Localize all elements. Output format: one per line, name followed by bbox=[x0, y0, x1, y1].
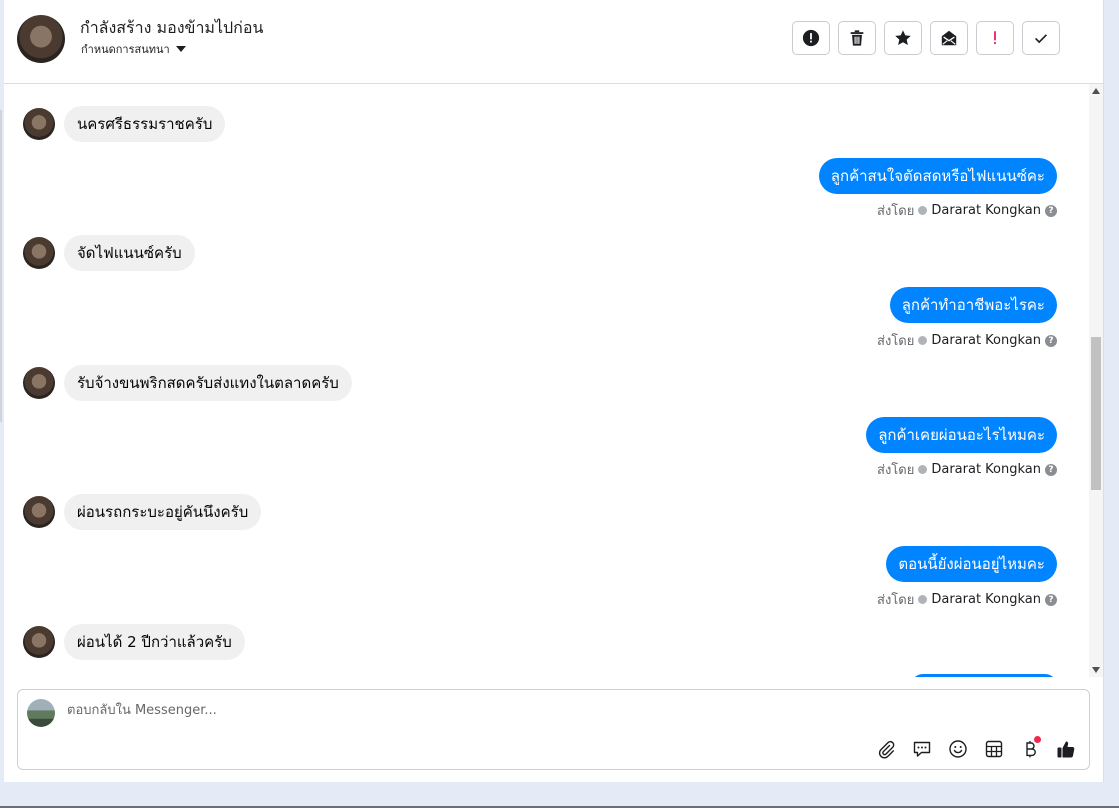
sent-by-label: ส่งโดย bbox=[877, 463, 915, 478]
notification-dot bbox=[1034, 736, 1041, 743]
agent-name[interactable]: Dararat Kongkan bbox=[931, 203, 1041, 218]
spam-button[interactable] bbox=[792, 21, 830, 55]
saved-reply-button[interactable] bbox=[910, 737, 933, 760]
star-button[interactable] bbox=[884, 21, 922, 55]
contact-avatar-small[interactable] bbox=[23, 367, 55, 399]
scroll-down-arrow-icon[interactable] bbox=[1092, 667, 1100, 673]
emoji-button[interactable] bbox=[946, 737, 969, 760]
verified-icon bbox=[918, 595, 928, 604]
help-icon[interactable]: ? bbox=[1045, 204, 1057, 217]
composer-toolbar bbox=[874, 736, 1077, 760]
conversation-panel: กำลังสร้าง มองข้ามไปก่อน กำหนดการสนทนา น… bbox=[4, 0, 1104, 782]
message-bubble[interactable]: ผ่อนได้ 2 ปีกว่าแล้วครับ bbox=[64, 624, 245, 660]
message-list: นครศรีธรรมราชครับ ลูกค้าสนใจตัดสดหรือไฟแ… bbox=[4, 84, 1088, 677]
contact-avatar-small[interactable] bbox=[23, 626, 55, 658]
incoming-message: ผ่อนได้ 2 ปีกว่าแล้วครับ bbox=[23, 624, 245, 660]
thumbs-up-icon bbox=[1057, 741, 1074, 757]
sent-by-line: ส่งโดย Dararat Kongkan ? bbox=[877, 589, 1057, 610]
outgoing-message-bubble-partial[interactable] bbox=[911, 674, 1057, 677]
agent-name[interactable]: Dararat Kongkan bbox=[931, 592, 1041, 607]
sent-by-label: ส่งโดย bbox=[877, 593, 915, 608]
assign-conversation-dropdown[interactable]: กำหนดการสนทนา bbox=[81, 40, 186, 58]
done-button[interactable] bbox=[1022, 21, 1060, 55]
outgoing-message-bubble[interactable]: ตอนนี้ยังผ่อนอยู่ไหมคะ bbox=[886, 546, 1057, 582]
header-toolbar bbox=[792, 21, 1060, 55]
trash-icon bbox=[850, 30, 864, 46]
message-bubble[interactable]: ผ่อนรถกระบะอยู่คันนึงครับ bbox=[64, 494, 262, 530]
reply-input[interactable] bbox=[65, 702, 969, 719]
reply-composer bbox=[17, 689, 1090, 770]
delete-button[interactable] bbox=[838, 21, 876, 55]
payment-button[interactable] bbox=[1018, 736, 1041, 760]
paperclip-icon bbox=[878, 740, 894, 758]
conversation-header: กำลังสร้าง มองข้ามไปก่อน กำหนดการสนทนา bbox=[4, 0, 1103, 84]
help-icon[interactable]: ? bbox=[1045, 463, 1057, 476]
mail-icon bbox=[941, 30, 957, 46]
message-bubble[interactable]: รับจ้างขนพริกสดครับส่งแทงในตลาดครับ bbox=[64, 365, 352, 401]
message-bubble[interactable]: จัดไฟแนนซ์ครับ bbox=[64, 235, 195, 271]
verified-icon bbox=[918, 336, 928, 345]
star-icon bbox=[895, 30, 911, 46]
incoming-message: รับจ้างขนพริกสดครับส่งแทงในตลาดครับ bbox=[23, 365, 352, 401]
verified-icon bbox=[918, 465, 928, 474]
agent-name[interactable]: Dararat Kongkan bbox=[931, 333, 1041, 348]
sent-by-line: ส่งโดย Dararat Kongkan ? bbox=[877, 330, 1057, 351]
help-icon[interactable]: ? bbox=[1045, 334, 1057, 347]
contact-avatar-small[interactable] bbox=[23, 237, 55, 269]
scroll-up-arrow-icon[interactable] bbox=[1092, 88, 1100, 94]
message-scrollbar[interactable] bbox=[1089, 84, 1103, 677]
help-icon[interactable]: ? bbox=[1045, 593, 1057, 606]
sent-by-label: ส่งโดย bbox=[877, 204, 915, 219]
message-bubble[interactable]: นครศรีธรรมราชครับ bbox=[64, 106, 226, 142]
incoming-message: ผ่อนรถกระบะอยู่คันนึงครับ bbox=[23, 494, 262, 530]
scrollbar-thumb[interactable] bbox=[1091, 337, 1101, 490]
like-button[interactable] bbox=[1054, 737, 1077, 760]
incoming-message: จัดไฟแนนซ์ครับ bbox=[23, 235, 195, 271]
alert-circle-icon bbox=[802, 29, 820, 47]
page-avatar bbox=[27, 699, 55, 727]
contact-avatar-small[interactable] bbox=[23, 496, 55, 528]
outgoing-message-bubble[interactable]: ลูกค้าเคยผ่อนอะไรไหมคะ bbox=[866, 417, 1057, 453]
table-button[interactable] bbox=[982, 737, 1005, 760]
table-icon bbox=[985, 740, 1002, 757]
saved-reply-icon bbox=[913, 741, 930, 757]
exclamation-icon bbox=[994, 31, 996, 45]
assign-label: กำหนดการสนทนา bbox=[81, 43, 170, 56]
emoji-icon bbox=[948, 739, 967, 758]
caret-down-icon bbox=[175, 46, 186, 52]
outgoing-message-bubble[interactable]: ลูกค้าสนใจตัดสดหรือไฟแนนซ์คะ bbox=[818, 158, 1057, 194]
contact-avatar-small[interactable] bbox=[23, 108, 55, 140]
agent-name[interactable]: Dararat Kongkan bbox=[931, 462, 1041, 477]
incoming-message: นครศรีธรรมราชครับ bbox=[23, 106, 226, 142]
left-edge bbox=[0, 110, 2, 422]
outgoing-message-bubble[interactable]: ลูกค้าทำอาชีพอะไรคะ bbox=[889, 287, 1057, 323]
follow-up-button[interactable] bbox=[976, 21, 1014, 55]
contact-avatar[interactable] bbox=[17, 15, 65, 63]
verified-icon bbox=[918, 206, 928, 215]
sent-by-label: ส่งโดย bbox=[877, 334, 915, 349]
mark-unread-button[interactable] bbox=[930, 21, 968, 55]
check-icon bbox=[1035, 34, 1047, 44]
contact-name[interactable]: กำลังสร้าง มองข้ามไปก่อน bbox=[80, 16, 263, 41]
sent-by-line: ส่งโดย Dararat Kongkan ? bbox=[877, 459, 1057, 480]
attach-button[interactable] bbox=[874, 737, 897, 760]
sent-by-line: ส่งโดย Dararat Kongkan ? bbox=[877, 200, 1057, 221]
